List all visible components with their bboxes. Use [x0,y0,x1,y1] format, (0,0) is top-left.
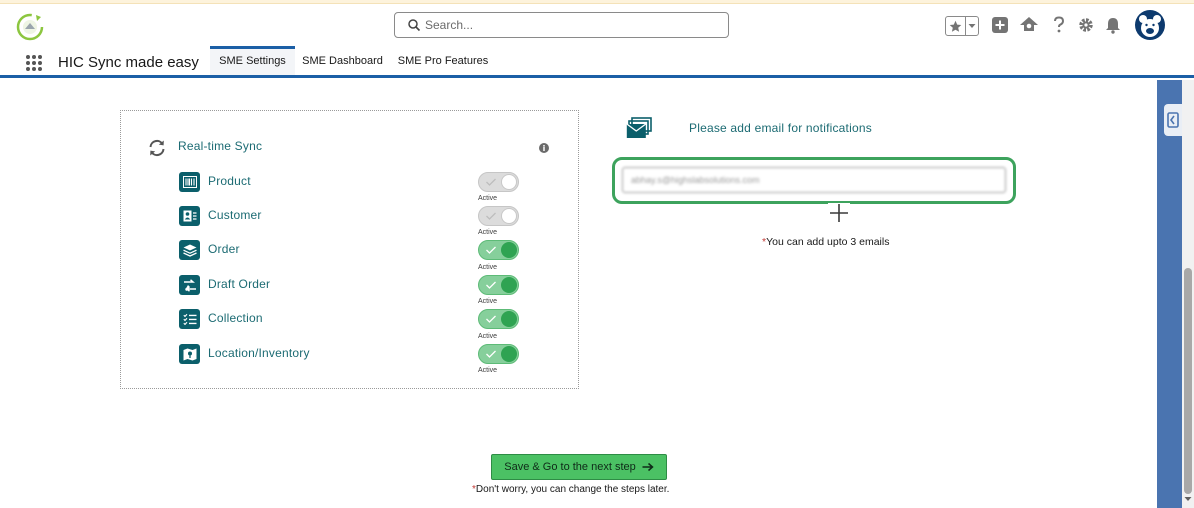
map-icon [179,344,200,364]
sync-icon [149,139,165,157]
user-avatar[interactable] [1135,10,1165,40]
checklist-icon [179,309,200,329]
draft-order-icon [179,275,200,295]
sync-item-label-product: Product [208,174,251,188]
email-field-highlight [612,157,1016,204]
tab-sme-pro-features[interactable]: SME Pro Features [392,46,494,75]
email-limit-text: You can add upto 3 emails [766,236,890,248]
app-navigation-bar: HIC Sync made easy SME Settings SME Dash… [0,46,1194,78]
sync-item-label-order: Order [208,242,240,256]
avatar-icon [1139,15,1161,37]
search-icon [408,19,421,32]
gear-icon [1079,18,1093,32]
help-icon [1054,16,1065,33]
help-button[interactable] [1049,15,1069,35]
global-header [0,4,1194,46]
app-name: HIC Sync made easy [58,54,199,71]
save-next-step-button[interactable]: Save & Go to the next step [491,454,667,480]
global-actions-button[interactable] [990,15,1010,35]
collection-sync-toggle[interactable] [478,309,519,329]
star-icon [946,17,966,35]
sync-item-label-customer: Customer [208,208,262,222]
product-toggle-status: Active [478,195,498,202]
draft-order-toggle-status: Active [478,298,498,305]
info-icon[interactable]: i [539,143,549,153]
customer-toggle-status: Active [478,229,498,236]
sync-section-title: Real-time Sync [178,139,263,153]
chevron-down-icon [966,17,978,35]
sync-item-label-location-inventory: Location/Inventory [208,346,310,360]
trailhead-button[interactable] [1019,15,1039,35]
bell-icon [1106,18,1120,34]
email-limit-note: *You can add upto 3 emails [762,236,889,248]
tab-sme-settings[interactable]: SME Settings [210,46,295,75]
side-panel-toggle[interactable] [1164,104,1182,136]
footnote-text: Don't worry, you can change the steps la… [475,484,670,495]
search-input[interactable] [425,16,715,34]
customer-sync-toggle[interactable] [478,206,519,226]
plus-box-icon [992,17,1008,33]
tab-sme-dashboard[interactable]: SME Dashboard [296,46,389,75]
email-section-heading: Please add email for notifications [689,121,872,135]
add-email-button[interactable] [828,203,850,223]
global-search[interactable] [394,12,729,38]
scrollbar-thumb[interactable] [1184,268,1192,494]
customer-card-icon [179,206,200,226]
save-footnote: *Don't worry, you can change the steps l… [472,484,669,495]
setup-button[interactable] [1076,15,1096,35]
order-sync-toggle[interactable] [478,240,519,260]
layers-icon [179,240,200,260]
side-utility-panel [1157,80,1182,508]
email-stack-icon [626,117,652,138]
scroll-down-arrow-icon[interactable] [1183,494,1193,504]
collection-toggle-status: Active [478,333,498,340]
product-sync-toggle[interactable] [478,172,519,192]
sync-item-label-collection: Collection [208,311,263,325]
location-inventory-sync-toggle[interactable] [478,344,519,364]
sync-item-label-draft-order: Draft Order [208,277,271,291]
notifications-button[interactable] [1103,15,1123,35]
plus-icon [830,204,848,222]
panel-collapse-icon [1167,112,1179,128]
notification-email-field[interactable] [622,167,1006,193]
trailhead-icon [1020,17,1038,31]
save-button-label: Save & Go to the next step [504,461,636,473]
favorites-button[interactable] [945,16,979,36]
app-launcher-icon[interactable] [25,54,43,72]
order-toggle-status: Active [478,264,498,271]
arrow-right-icon [642,462,654,472]
draft-order-sync-toggle[interactable] [478,275,519,295]
app-logo[interactable] [14,10,46,42]
location-inventory-toggle-status: Active [478,367,498,374]
barcode-icon [179,172,200,192]
